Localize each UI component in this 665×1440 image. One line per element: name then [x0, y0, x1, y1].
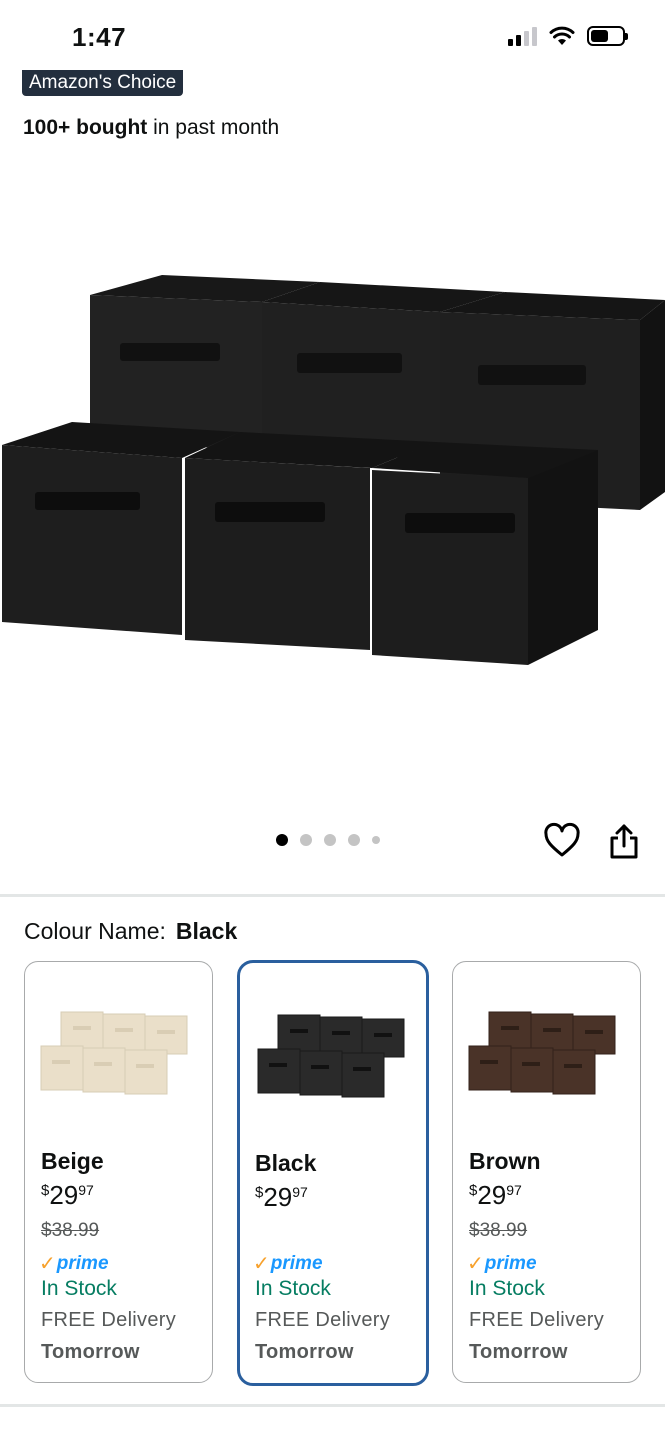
prime-logo: ✓ prime: [253, 1251, 323, 1276]
battery-icon: [587, 26, 628, 46]
status-bar: 1:47: [0, 0, 665, 70]
share-icon[interactable]: [608, 822, 640, 860]
price-fraction: 97: [78, 1182, 94, 1198]
price-fraction: 97: [506, 1182, 522, 1198]
swatch-delivery-day: Tomorrow: [469, 1341, 568, 1363]
prime-label: prime: [270, 1252, 323, 1274]
price-currency: $: [255, 1184, 264, 1201]
price-currency: $: [469, 1182, 478, 1199]
swatch-delivery-day: Tomorrow: [255, 1341, 354, 1363]
bought-count: 100+ bought: [23, 116, 148, 139]
prime-logo: ✓ prime: [39, 1251, 109, 1276]
swatch-price: $2997: [255, 1182, 308, 1213]
swatch-stock-status: In Stock: [41, 1277, 117, 1300]
swatch-thumbnail: [257, 1014, 405, 1098]
product-image[interactable]: [0, 160, 665, 800]
swatch-delivery: FREE Delivery: [469, 1309, 605, 1331]
price-whole: 29: [477, 1180, 507, 1210]
swatch-list-price: $38.99: [41, 1220, 100, 1241]
image-carousel-dots[interactable]: [276, 834, 380, 846]
heart-icon[interactable]: [543, 822, 581, 860]
prime-check-icon: ✓: [253, 1253, 270, 1275]
status-icons: [508, 26, 628, 46]
colour-selected: Black: [175, 918, 238, 944]
swatch-price: $2997: [41, 1180, 94, 1211]
swatch-price: $2997: [469, 1180, 522, 1211]
swatch-list-price: $38.99: [469, 1220, 528, 1241]
status-time: 1:47: [72, 22, 127, 52]
swatch-stock-status: In Stock: [469, 1277, 545, 1300]
price-fraction: 97: [292, 1184, 308, 1200]
colour-swatch-beige[interactable]: Beige $2997 $38.99 ✓ prime In Stock FREE …: [24, 961, 213, 1383]
wifi-icon: [549, 26, 575, 45]
prime-check-icon: ✓: [39, 1253, 56, 1275]
swatch-name: Beige: [41, 1148, 104, 1174]
price-whole: 29: [263, 1182, 293, 1212]
carousel-dot[interactable]: [348, 834, 360, 846]
swatch-stock-status: In Stock: [255, 1277, 331, 1300]
section-divider: [0, 1404, 665, 1407]
swatch-delivery: FREE Delivery: [255, 1309, 391, 1331]
swatch-delivery: FREE Delivery: [41, 1309, 177, 1331]
carousel-dot[interactable]: [324, 834, 336, 846]
prime-label: prime: [56, 1252, 109, 1274]
section-divider: [0, 894, 665, 897]
swatch-name: Brown: [469, 1148, 541, 1174]
swatch-thumbnail: [40, 1011, 188, 1095]
prime-check-icon: ✓: [467, 1253, 484, 1275]
prime-logo: ✓ prime: [467, 1251, 537, 1276]
colour-name-row: Colour Name: Black: [24, 918, 237, 945]
swatch-thumbnail: [468, 1011, 616, 1095]
bought-suffix: in past month: [147, 116, 280, 139]
front-row-cubes: [2, 422, 598, 665]
price-whole: 29: [49, 1180, 79, 1210]
carousel-dot-active[interactable]: [276, 834, 288, 846]
swatch-name: Black: [255, 1150, 317, 1176]
amazons-choice-badge[interactable]: Amazon's Choice: [22, 70, 184, 96]
colour-label: Colour Name:: [24, 918, 166, 944]
carousel-dot[interactable]: [372, 836, 380, 844]
swatch-delivery-day: Tomorrow: [41, 1341, 140, 1363]
prime-label: prime: [484, 1252, 537, 1274]
colour-swatch-brown[interactable]: Brown $2997 $38.99 ✓ prime In Stock FREE …: [452, 961, 641, 1383]
price-currency: $: [41, 1182, 50, 1199]
bought-in-past-month: 100+ bought in past month: [23, 116, 279, 140]
cellular-signal-icon: [508, 26, 537, 46]
carousel-dot[interactable]: [300, 834, 312, 846]
colour-swatch-black[interactable]: Black $2997 ✓ prime In Stock FREE Deliver…: [237, 960, 429, 1386]
